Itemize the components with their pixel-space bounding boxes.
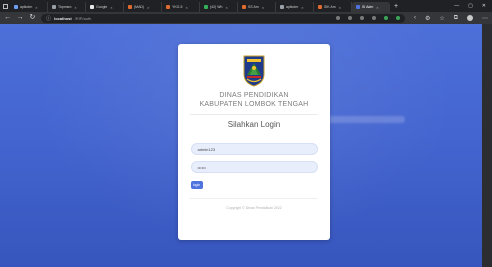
extension-icon[interactable] bbox=[383, 16, 388, 20]
divider bbox=[190, 198, 318, 199]
browser-tab[interactable]: Tkpmsm × bbox=[48, 2, 86, 12]
window-menu-icon[interactable] bbox=[0, 0, 10, 12]
browser-tab-bar: apikotm × Tkpmsm × Google × (MAD) × YKG-5 × (42) W… bbox=[0, 0, 492, 12]
browser-tab[interactable]: Google × bbox=[86, 2, 124, 12]
favicon-icon bbox=[204, 5, 208, 9]
window-controls: — ▢ ✕ bbox=[454, 3, 492, 9]
lombok-tengah-emblem-icon bbox=[243, 55, 265, 87]
favicon-icon bbox=[318, 5, 322, 9]
close-tab-icon[interactable]: × bbox=[35, 5, 37, 10]
browser-tab[interactable]: apikotm × bbox=[10, 2, 48, 12]
avatar[interactable] bbox=[467, 15, 474, 21]
tab-label: SI Adm bbox=[362, 5, 374, 9]
extensions-area: ‹ ⚙ ☆ ⧉ ⋯ bbox=[414, 15, 488, 22]
tab-label: YKG-5 bbox=[172, 5, 183, 9]
browser-tab[interactable]: SIK Am × bbox=[314, 2, 352, 12]
close-tab-icon[interactable]: × bbox=[262, 5, 264, 10]
close-tab-icon[interactable]: × bbox=[376, 5, 378, 10]
browser-tab[interactable]: (42) Wh × bbox=[200, 2, 238, 12]
tab-label: SS Am bbox=[248, 5, 259, 9]
scrollbar[interactable] bbox=[482, 24, 492, 267]
browser-tab[interactable]: (MAD) × bbox=[124, 2, 162, 12]
login-page: DINAS PENDIDIKAN KABUPATEN LOMBOK TENGAH… bbox=[0, 24, 492, 267]
password-field[interactable]: •••••• bbox=[190, 161, 318, 173]
bookmark-icon[interactable] bbox=[371, 16, 376, 20]
browser-tab[interactable]: SI Adm × bbox=[352, 2, 390, 12]
organization-name: DINAS PENDIDIKAN bbox=[219, 92, 289, 99]
share-icon[interactable] bbox=[335, 16, 340, 20]
chevron-left-icon[interactable]: ‹ bbox=[414, 15, 416, 21]
settings-icon[interactable]: ⚙ bbox=[425, 15, 430, 22]
puzzle-icon[interactable]: ⧉ bbox=[454, 15, 458, 22]
close-tab-icon[interactable]: × bbox=[301, 5, 303, 10]
tab-strip: apikotm × Tkpmsm × Google × (MAD) × YKG-5 × (42) W… bbox=[10, 0, 390, 12]
organization-region: KABUPATEN LOMBOK TENGAH bbox=[199, 101, 309, 108]
star-icon[interactable]: ☆ bbox=[439, 15, 444, 22]
close-tab-icon[interactable]: × bbox=[110, 5, 112, 10]
tab-label: SIK Am bbox=[324, 5, 336, 9]
browser-tab[interactable]: YKG-5 × bbox=[162, 2, 200, 12]
forward-arrow-icon[interactable]: → bbox=[16, 12, 24, 24]
reload-icon[interactable]: ↻ bbox=[29, 12, 36, 24]
tab-label: (42) Wh bbox=[210, 5, 223, 9]
background-decoration bbox=[325, 116, 405, 123]
url-path: /RIP/auth bbox=[74, 15, 92, 21]
browser-tab[interactable]: SS Am × bbox=[238, 2, 276, 12]
favicon-icon bbox=[52, 5, 56, 9]
url-host: localhost bbox=[54, 15, 72, 21]
close-tab-icon[interactable]: × bbox=[74, 5, 76, 10]
close-tab-icon[interactable]: × bbox=[147, 5, 149, 10]
site-info-icon[interactable]: ⓘ bbox=[46, 15, 51, 22]
divider bbox=[190, 114, 318, 115]
tab-label: (MAD) bbox=[134, 5, 145, 9]
browser-toolbar: ← → ↻ ⓘ localhost /RIP/auth ‹ ⚙ ☆ ⧉ ⋯ bbox=[0, 12, 492, 24]
favicon-icon bbox=[280, 5, 284, 9]
tab-label: apikotm bbox=[286, 5, 299, 9]
favicon-icon bbox=[90, 5, 94, 9]
username-field[interactable]: admin123 bbox=[190, 143, 318, 155]
login-title: Silahkan Login bbox=[227, 120, 281, 129]
favicon-icon bbox=[166, 5, 170, 9]
login-button[interactable]: login bbox=[190, 181, 203, 189]
copyright-text: Copyright © Dinas Pendidikan 2022 bbox=[226, 206, 282, 210]
address-bar[interactable]: ⓘ localhost /RIP/auth bbox=[41, 13, 405, 23]
zoom-icon[interactable] bbox=[347, 16, 352, 20]
maximize-icon[interactable]: ▢ bbox=[468, 3, 473, 9]
translate-icon[interactable] bbox=[359, 16, 364, 20]
back-arrow-icon[interactable]: ← bbox=[4, 12, 11, 24]
more-menu-icon[interactable]: ⋯ bbox=[482, 15, 488, 22]
close-tab-icon[interactable]: × bbox=[339, 5, 341, 10]
browser-tab[interactable]: apikotm × bbox=[276, 2, 314, 12]
favicon-icon bbox=[356, 5, 360, 9]
close-tab-icon[interactable]: × bbox=[225, 5, 227, 10]
favicon-icon bbox=[242, 5, 246, 9]
tab-label: Google bbox=[96, 5, 108, 9]
minimize-icon[interactable]: — bbox=[454, 3, 459, 9]
login-card: DINAS PENDIDIKAN KABUPATEN LOMBOK TENGAH… bbox=[178, 44, 330, 240]
omnibox-actions bbox=[335, 16, 400, 20]
tab-label: apikotm bbox=[20, 5, 33, 9]
extension-icon[interactable] bbox=[395, 16, 400, 20]
favicon-icon bbox=[14, 5, 18, 9]
favicon-icon bbox=[128, 5, 132, 9]
button-row: login bbox=[190, 181, 318, 189]
new-tab-button[interactable]: + bbox=[390, 3, 402, 10]
close-tab-icon[interactable]: × bbox=[186, 5, 188, 10]
close-window-icon[interactable]: ✕ bbox=[482, 3, 486, 9]
tab-label: Tkpmsm bbox=[58, 5, 72, 9]
